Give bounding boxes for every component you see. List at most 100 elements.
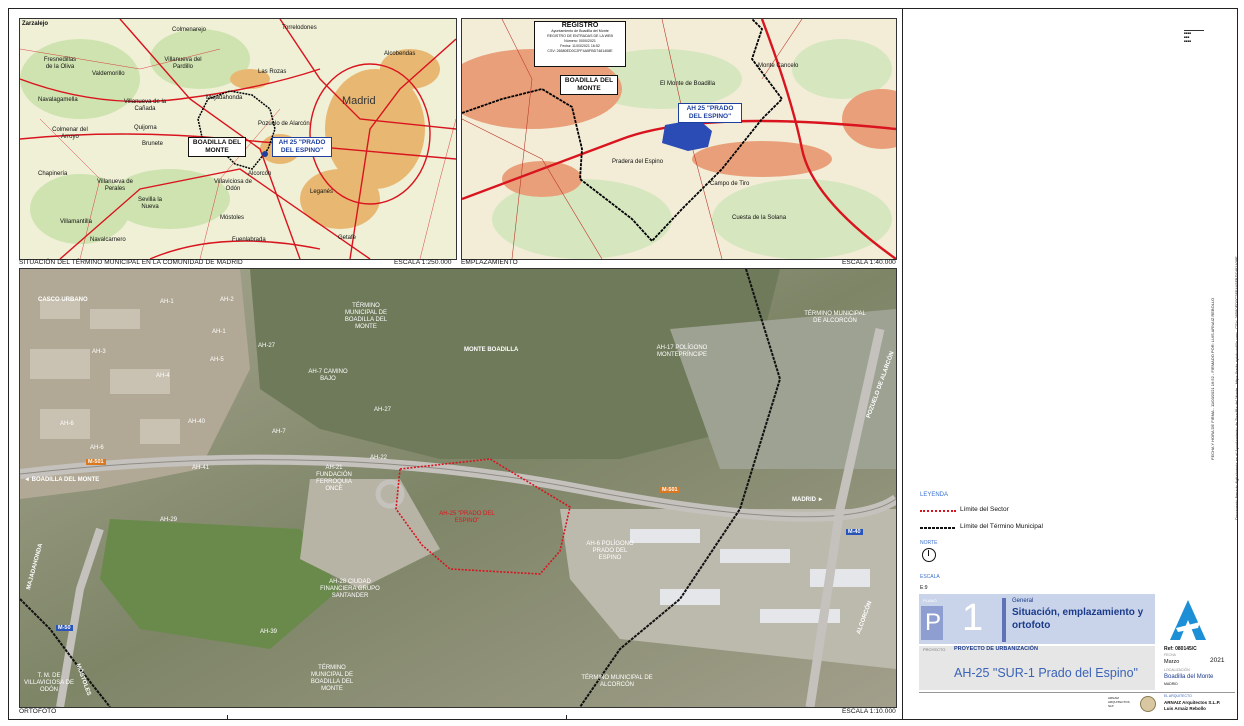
termino-alcorcon-bottom: TÉRMINO MUNICIPAL DE ALCORCÓN: [581, 675, 653, 688]
situacion-scale: ESCALA 1:250.000: [394, 259, 452, 266]
ortofoto-scale: ESCALA 1:10.000: [842, 708, 896, 715]
camino-bajo-label: AH-7 CAMINO BAJO: [308, 369, 348, 382]
town-label: Villanueva de Perales: [97, 179, 133, 192]
place-label: Pradera del Espino: [612, 159, 664, 165]
proyecto-label: PROYECTO: [923, 647, 946, 652]
plano-title: Situación, emplazamiento y ortofoto: [1012, 607, 1144, 631]
region-value: MADRID: [1164, 682, 1178, 686]
side-signature-text: Documento firmado digitalmente en el Ayu…: [1234, 256, 1239, 520]
termino-boadilla-bottom: TÉRMINO MUNICIPAL DE BOADILLA DEL MONTE: [310, 665, 354, 692]
town-label: Villanueva del Pardillo: [164, 57, 202, 70]
sector-label: AH-3: [92, 349, 106, 355]
legend-boundary-label: Límite del Término Municipal: [960, 523, 1043, 530]
town-label: Leganés: [310, 189, 334, 195]
legend-title: LEYENDA: [920, 492, 949, 498]
sector-label: AH-41: [192, 465, 210, 471]
right-panel-divider: [902, 8, 903, 719]
seal-icon: [1140, 696, 1156, 712]
plano-category: General: [1012, 598, 1034, 604]
situacion-caption: SITUACIÓN DEL TÉRMINO MUNICIPAL EN LA CO…: [19, 259, 243, 266]
proyecto-value: PROYECTO DE URBANIZACIÓN: [954, 646, 1038, 652]
town-label: Navalcarnero: [90, 237, 126, 243]
plano-number: 1: [962, 597, 984, 639]
side-signature-text-2: FECHA Y HORA DE FIRMA - 11/03/2021 16:52…: [1210, 297, 1215, 460]
town-label: Villamantilla: [60, 219, 92, 225]
town-label: Valdemorillo: [92, 71, 125, 77]
road-m501-left: M-501: [86, 459, 106, 465]
road-m40: M-40: [846, 529, 863, 535]
plano-letter: P: [925, 609, 942, 636]
town-label: Torrelodones: [282, 25, 317, 31]
to-boadilla: ◄ BOADILLA DEL MONTE: [24, 477, 100, 483]
road-m501-right: M-501: [660, 487, 680, 493]
sector-label: AH-40: [188, 419, 206, 425]
place-label: El Monte de Boadilla: [660, 81, 716, 87]
sector-label: AH-22: [370, 455, 388, 461]
legend-boundary-line: [920, 527, 956, 529]
ah25-label: AH 25 "PRADO DEL ESPINO": [678, 103, 742, 123]
north-icon: [922, 548, 936, 562]
ah6-label: AH-6 POLÍGONO PRADO DEL ESPINO: [586, 541, 634, 561]
town-label: Colmenar del Arroyo: [52, 127, 88, 140]
sector-label: AH-1: [212, 329, 226, 335]
sector-label: AH-5: [210, 357, 224, 363]
ref-value: Ref: 080145/C: [1164, 646, 1197, 652]
sector-label: AH-6: [60, 421, 74, 427]
sector-label: AH-6: [90, 445, 104, 451]
ortofoto-map: CASCO URBANO AH-1 AH-2 AH-3 AH-4 AH-5 AH…: [19, 268, 897, 708]
plano-separator: [1002, 598, 1006, 642]
situacion-map: Zarzalejo Colmenarejo Torrelodones Fresn…: [19, 18, 457, 260]
monte-boadilla-label: MONTE BOADILLA: [464, 347, 519, 353]
location-label: LOCALIZACIÓN: [1164, 668, 1190, 672]
town-label: Colmenarejo: [172, 27, 207, 33]
month-value: Marzo: [1164, 659, 1180, 665]
ah28-label: AH-28 CIUDAD FINANCIERA GRUPO SANTANDER: [320, 579, 380, 599]
architect-name: Luis Arnaiz Rebollo: [1164, 706, 1206, 711]
plano-label: PLANO: [923, 598, 937, 603]
town-label: Brunete: [142, 141, 164, 147]
town-label: Las Rozas: [258, 69, 287, 75]
town-label: Móstoles: [220, 215, 245, 221]
town-label: Majadahonda: [206, 95, 243, 101]
sector-label: AH-7: [272, 429, 286, 435]
scale-label: ESCALA: [920, 574, 940, 580]
legend-sector-line: [920, 510, 956, 512]
footer-divider: [919, 692, 1235, 693]
emplazamiento-scale: ESCALA 1:40.000: [842, 259, 896, 266]
to-madrid: MADRID ►: [792, 497, 824, 503]
sector-label: AH-39: [260, 629, 278, 635]
town-label: Fuenlabrada: [232, 237, 266, 243]
place-label: Campo de Tiro: [710, 181, 750, 187]
boadilla-label: BOADILLA DEL MONTE: [188, 137, 246, 157]
legend-sector-label: Límite del Sector: [960, 506, 1009, 513]
ah21-label: AH-21 FUNDACIÓN FERROQUIA ONCE: [316, 465, 352, 492]
project-name: AH-25 "SUR-1 Prado del Espino": [954, 666, 1138, 680]
ortofoto-caption: ORTOFOTO: [19, 708, 57, 715]
town-label: Navalagamella: [38, 97, 78, 103]
sector-label: AH-27: [374, 407, 392, 413]
town-label: Fresnedillas de la Oliva: [43, 57, 77, 70]
town-label: Sevilla la Nueva: [137, 197, 162, 210]
registro-title: REGISTRO: [561, 22, 599, 29]
sector-label: AH-1: [160, 299, 174, 305]
brand-logo: [1166, 598, 1210, 642]
stamp-box: ■■■■ ■■■ ■■■■: [1184, 30, 1204, 47]
ah25-label: AH 25 "PRADO DEL ESPINO": [272, 137, 332, 157]
place-label: Cuesta de la Solana: [732, 215, 787, 221]
termino-alcorcon-top: TÉRMINO MUNICIPAL DE ALCORCÓN: [804, 311, 866, 324]
emplazamiento-map: REGISTRO Ayuntamiento de Boadilla del Mo…: [461, 18, 897, 260]
emplazamiento-caption: EMPLAZAMIENTO: [461, 259, 518, 266]
boadilla-label: BOADILLA DEL MONTE: [560, 75, 618, 95]
sector-label: AH-29: [160, 517, 178, 523]
road-m50: M-50: [56, 625, 73, 631]
madrid-label: Madrid: [342, 95, 376, 107]
ah25-label: AH-25 "PRADO DEL ESPINO": [439, 511, 495, 524]
town-label: Pozuelo de Alarcón: [258, 121, 310, 127]
registro-stamp: REGISTRO Ayuntamiento de Boadilla del Mo…: [534, 21, 626, 67]
location-value: Boadilla del Monte: [1164, 674, 1214, 680]
fecha-label: FECHA: [1164, 653, 1176, 657]
town-label: Alcorcón: [248, 171, 272, 177]
town-label: Chapinería: [38, 171, 68, 177]
town-label: Getafe: [338, 235, 357, 241]
town-label: Zarzalejo: [22, 21, 49, 27]
